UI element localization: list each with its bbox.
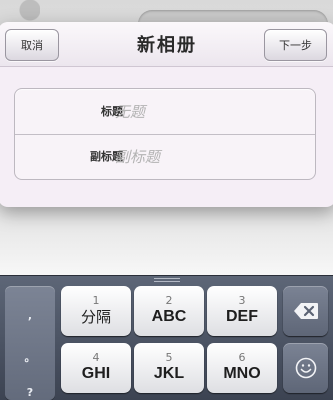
subtitle-row: 副标题: [15, 134, 315, 179]
key-label: GHI: [81, 365, 111, 382]
key-label: JKL: [153, 365, 185, 382]
keyboard-handle[interactable]: [154, 278, 180, 282]
key-number: 6: [238, 351, 246, 364]
key-label: 分隔: [80, 308, 111, 326]
key-number: 2: [165, 294, 173, 307]
key-number: 4: [92, 351, 100, 364]
key-2-abc[interactable]: 2 ABC: [134, 286, 204, 336]
key-number: 3: [238, 294, 246, 307]
key-number: 5: [165, 351, 173, 364]
smiley-icon: [295, 357, 316, 379]
title-input[interactable]: [115, 100, 300, 124]
key-3-def[interactable]: 3 DEF: [207, 286, 277, 336]
new-album-dialog: 取消 新相册 下一步 标题 副标题: [0, 22, 333, 207]
key-6-mno[interactable]: 6 MNO: [207, 343, 277, 393]
key-4-ghi[interactable]: 4 GHI: [61, 343, 131, 393]
backspace-icon: [293, 303, 318, 319]
keyboard: , 。 ? 1 分隔 2 ABC 3 DEF 4 GHI 5 JKL 6 MNO: [0, 275, 333, 400]
question-key[interactable]: ?: [5, 386, 55, 399]
navigation-bar: 取消 新相册 下一步: [0, 22, 333, 67]
key-label: ABC: [151, 308, 187, 325]
key-5-jkl[interactable]: 5 JKL: [134, 343, 204, 393]
subtitle-input[interactable]: [115, 145, 300, 169]
album-form: 标题 副标题: [14, 88, 316, 180]
delete-key[interactable]: [283, 286, 328, 336]
key-label: DEF: [226, 308, 258, 325]
key-number: 1: [92, 294, 100, 307]
period-key[interactable]: 。: [5, 349, 55, 365]
punctuation-column[interactable]: , 。 ?: [5, 286, 55, 400]
emoji-key[interactable]: [283, 343, 328, 393]
comma-key[interactable]: ,: [5, 309, 55, 322]
key-label: MNO: [223, 365, 261, 382]
key-1-separator[interactable]: 1 分隔: [61, 286, 131, 336]
next-button[interactable]: 下一步: [264, 29, 327, 61]
title-row: 标题: [15, 89, 315, 135]
